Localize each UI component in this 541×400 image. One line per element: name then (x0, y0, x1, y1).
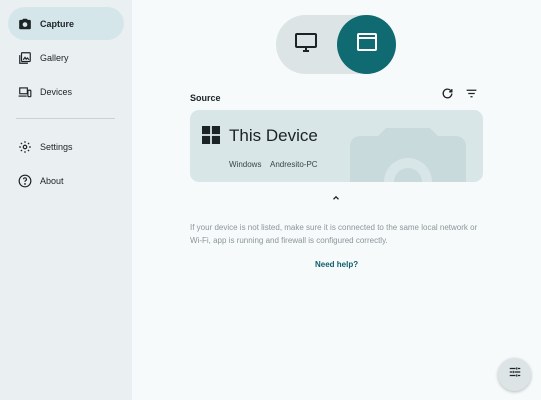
screen-mode-button[interactable] (276, 15, 335, 74)
monitor-icon (294, 30, 318, 59)
refresh-button[interactable] (439, 88, 455, 104)
filter-icon (465, 87, 478, 105)
collapse-button[interactable] (330, 193, 342, 205)
sidebar-item-label: Devices (40, 86, 73, 97)
source-heading: Source (190, 93, 221, 103)
sidebar-item-label: Settings (40, 141, 73, 152)
sidebar-item-about[interactable]: About (8, 164, 124, 197)
sidebar-item-capture[interactable]: Capture (8, 7, 124, 40)
sidebar-item-label: Gallery (40, 52, 69, 63)
refresh-icon (441, 87, 454, 105)
sidebar: Capture Gallery Devices Settings About (0, 0, 132, 400)
gear-icon (18, 140, 32, 154)
sidebar-item-gallery[interactable]: Gallery (8, 41, 124, 74)
sidebar-item-label: Capture (40, 18, 75, 29)
sidebar-item-devices[interactable]: Devices (8, 75, 124, 108)
window-mode-button[interactable] (337, 15, 396, 74)
device-os: Windows (229, 160, 262, 169)
sidebar-item-label: About (40, 175, 64, 186)
gallery-icon (18, 51, 32, 65)
window-icon (355, 30, 379, 59)
windows-logo-icon (202, 126, 220, 144)
camera-watermark-icon (350, 128, 466, 182)
need-help-link[interactable]: Need help? (315, 260, 358, 269)
help-icon (18, 174, 32, 188)
main-content: Source This Device Windows Andresito-PC (132, 0, 541, 400)
devices-icon (18, 85, 32, 99)
camera-icon (18, 17, 32, 31)
sidebar-divider (16, 118, 115, 119)
device-name: This Device (229, 126, 318, 145)
filter-button[interactable] (463, 88, 479, 104)
chevron-up-icon (331, 190, 341, 208)
capture-mode-toggle (276, 15, 396, 74)
tune-button[interactable] (498, 358, 531, 391)
tune-icon (508, 365, 522, 384)
help-text: If your device is not listed, make sure … (190, 223, 478, 245)
device-hostname: Andresito-PC (270, 160, 318, 169)
sidebar-item-settings[interactable]: Settings (8, 130, 124, 163)
device-card[interactable]: This Device Windows Andresito-PC (190, 110, 483, 182)
